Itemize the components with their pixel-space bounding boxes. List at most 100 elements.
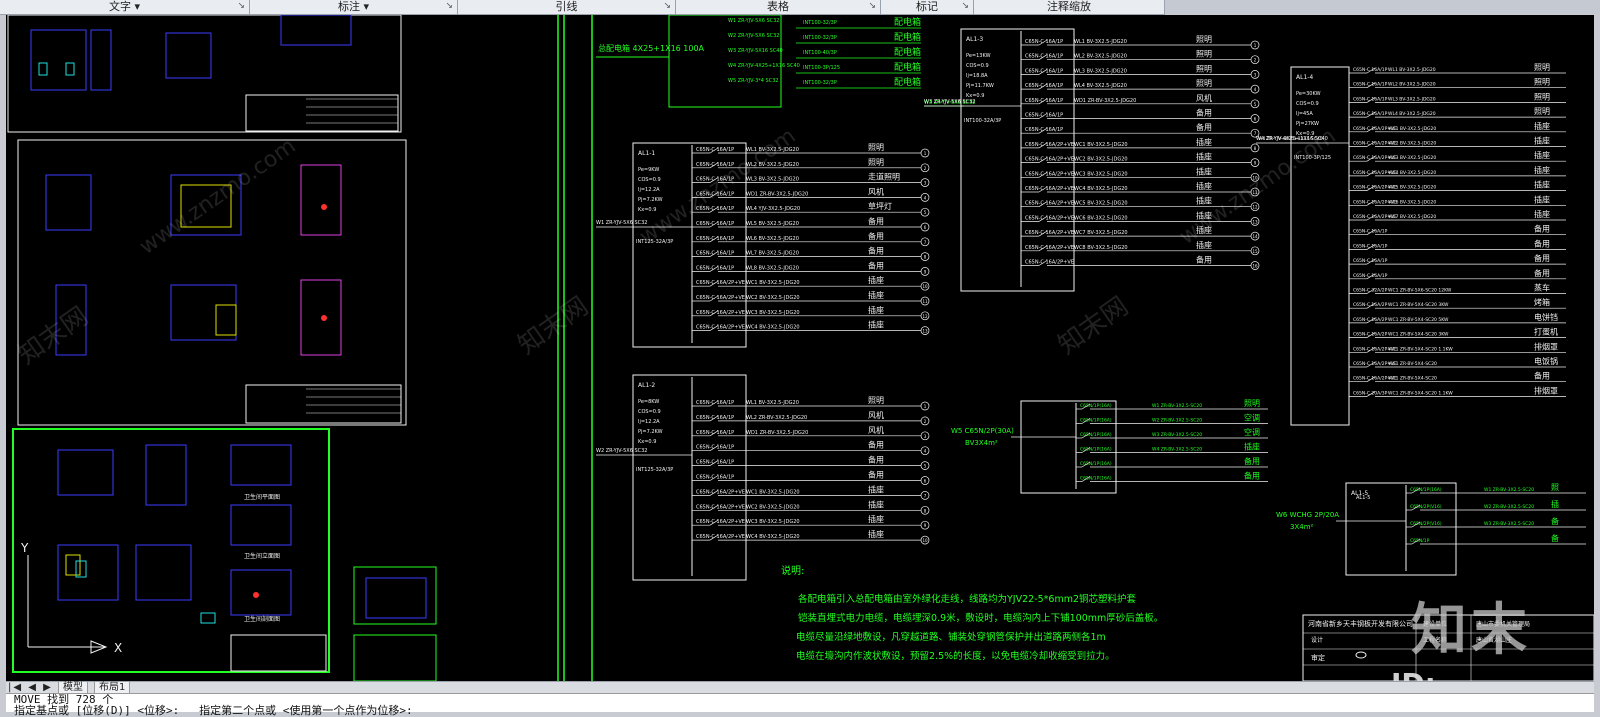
circuit-use: 备用	[1244, 456, 1260, 466]
panel-al1-5: AL1-5 W6 WCHG 2P/20A 3X4m² C65N/1P(16A) W1 Z…	[1276, 482, 1586, 576]
circuit-cable: WC1 ZR-BV-5X4-SC20 5KW	[1388, 317, 1449, 323]
ribbon-panel-label: 注释缩放	[1047, 0, 1091, 13]
circuit-cable: WL2 BV-3X2.5-JDG20	[1074, 54, 1127, 60]
sheet-frame	[17, 139, 407, 426]
circuit-breaker: C65N-C 16A/1P	[1353, 67, 1388, 73]
circuit-number: 4	[924, 449, 927, 454]
circuit-use: 备用	[868, 260, 884, 270]
circuit-use: 插座	[868, 305, 884, 315]
circuit-cable: WC4 BV-3X2.5-JDG20	[746, 534, 800, 540]
circuit-number: 10	[922, 284, 928, 289]
panel-feeder: W3 ZR-YJV-5X6 SC32	[924, 99, 976, 105]
room-plan	[300, 279, 342, 356]
expand-corner-icon[interactable]: ↘	[961, 0, 969, 13]
vertical-scrollbar[interactable]	[1587, 35, 1592, 675]
circuit-cable: WC2 BV-3X2.5-JDG20	[1074, 157, 1128, 163]
circuit-use: 照明	[1196, 35, 1212, 44]
circuit-use: 插座	[868, 484, 884, 494]
watermark-id: ID: 1102558354	[1391, 667, 1594, 681]
panel-param: COS=0.9	[966, 63, 989, 69]
circuit-number: 4	[1254, 87, 1257, 92]
circuit-cable: W3 ZR-BV-3X2.5-SC20	[1484, 521, 1534, 527]
dropdown-arrow-icon[interactable]: ▾	[134, 0, 140, 13]
ribbon-panel-label: 标记	[916, 0, 938, 13]
circuit-cable: WC5 BV-3X2.5-JDG20	[1074, 201, 1128, 207]
circuit-number: 6	[924, 479, 927, 484]
ribbon-panel-table[interactable]: 表格 ↘	[676, 0, 881, 14]
circuit-breaker: C65N-C 16A/2P+VE	[1025, 171, 1074, 177]
ribbon-panel-markup[interactable]: 标记 ↘	[881, 0, 974, 14]
expand-corner-icon[interactable]: ↘	[663, 0, 671, 13]
circuit-use: 插座	[1196, 137, 1212, 147]
room-plan	[57, 544, 119, 601]
circuit-use: 插座	[1534, 194, 1550, 204]
room-plan	[280, 15, 352, 46]
sheet-frame	[353, 634, 437, 681]
circuit-use: 插座	[1534, 136, 1550, 146]
circuit-use: 插	[1551, 499, 1559, 509]
circuit-use: 照明	[1244, 399, 1260, 408]
title-designer: 设计	[1311, 636, 1323, 644]
watermark-site-cn: 知末网	[1053, 291, 1134, 360]
circuit-number: 15	[1252, 249, 1258, 254]
room-plan	[365, 577, 427, 619]
room-plan	[300, 164, 342, 236]
circuit-use: 插座	[1534, 165, 1550, 175]
circuit-use: 备用	[1534, 253, 1550, 263]
circuit-cable: WL8 BV-3X2.5-JDG20	[746, 265, 799, 271]
circuit-cable: WC6 BV-3X2.5-JDG20	[1388, 199, 1436, 205]
expand-corner-icon[interactable]: ↘	[445, 0, 453, 13]
ribbon-panel-leader[interactable]: 引线 ↘	[458, 0, 676, 14]
room-plan	[165, 32, 212, 79]
circuit-cable: WL3 BV-3X2.5-JDG20	[746, 177, 799, 183]
circuit-number: 12	[922, 314, 928, 319]
expand-corner-icon[interactable]: ↘	[868, 0, 876, 13]
circuit-cable: WC2 BV-3X2.5-JDG20	[746, 504, 800, 510]
panel-al1-2: AL1-2 Pe=8KW COS=0.9 Ij=12.2A Pj=7.2KW Kx=0.9…	[596, 374, 930, 581]
panel-param: Kx=0.9	[638, 439, 656, 445]
circuit-use: 备用	[868, 216, 884, 226]
room-plan	[30, 29, 87, 91]
expand-corner-icon[interactable]: ↘	[237, 0, 245, 13]
circuit-cable: WL4 YJV-3X2.5-JDG20	[746, 206, 800, 212]
ribbon-panel-dimension[interactable]: 标注 ▾ ↘	[250, 0, 458, 14]
circuit-use: 插座	[1534, 180, 1550, 190]
ribbon-panel-annotation-scaling[interactable]: 注释缩放	[974, 0, 1165, 14]
panel-param: Pj=7.2KW	[638, 197, 663, 203]
circuit-number: 5	[1254, 102, 1257, 107]
circuit-use: 插座	[868, 499, 884, 509]
title-block	[245, 94, 399, 132]
feeder-breaker: INT100-32/3P	[803, 80, 837, 86]
circuit-number: 6	[924, 225, 927, 230]
circuit-cable: WL3 BV-3X2.5-JDG20	[1074, 68, 1127, 74]
circuit-use: 照明	[1196, 64, 1212, 73]
circuit-breaker: C65N-C 32A/2P	[1353, 288, 1388, 294]
circuit-cable: WL4 BV-3X2.5-JDG20	[1388, 111, 1436, 117]
circuit-use: 备用	[1244, 471, 1260, 481]
command-line[interactable]: MOVE 找到 728 个 指定基点或 [位移(D)] <位移>: 指定第二个点…	[6, 693, 1594, 716]
door-marker	[321, 204, 327, 210]
feeder-cable: W3 ZR-YJV-5X16 SC40	[728, 48, 783, 54]
circuit-use: 照明	[1196, 50, 1212, 59]
circuit-cable: WC1 ZR-BV-5X4-SC20	[1388, 376, 1437, 382]
room-plan	[170, 284, 237, 341]
circuit-number: 12	[1252, 205, 1258, 210]
circuit-breaker: C65N-C 16A/1P	[1353, 229, 1388, 235]
circuit-use: 照明	[1534, 92, 1550, 101]
ribbon-panel-text[interactable]: 文字 ▾ ↘	[0, 0, 250, 14]
circuit-use: 插座	[868, 529, 884, 539]
panel-param: Pe=8KW	[638, 399, 659, 405]
circuit-number: 5	[924, 464, 927, 469]
annotation-layer: 卫生间平面图卫生间立面图卫生间剖面图 Y X 总配电箱 4X25+1X16 100A W…	[13, 16, 1586, 662]
panel-param: Pj=27KW	[1296, 121, 1319, 127]
circuit-use: 插座	[868, 320, 884, 330]
feeder-cable: W1 ZR-YJV-5X6 SC32	[728, 18, 780, 24]
circuit-use: 插座	[1244, 442, 1260, 452]
circuit-use: 排烟罩	[1534, 341, 1558, 351]
cad-drawing[interactable]: 卫生间平面图卫生间立面图卫生间剖面图 Y X 总配电箱 4X25+1X16 100A W…	[6, 15, 1594, 681]
circuit-breaker: C65N/1P(16A)	[1080, 476, 1112, 482]
dropdown-arrow-icon[interactable]: ▾	[363, 0, 369, 13]
room-plan	[90, 29, 112, 91]
main-feeder-label: 总配电箱 4X25+1X16 100A	[598, 43, 705, 53]
drawing-canvas[interactable]: 卫生间平面图 卫生间立面图 卫生间剖面图 Y X 总配电箱 4X25+1X16 100A W…	[6, 15, 1594, 681]
